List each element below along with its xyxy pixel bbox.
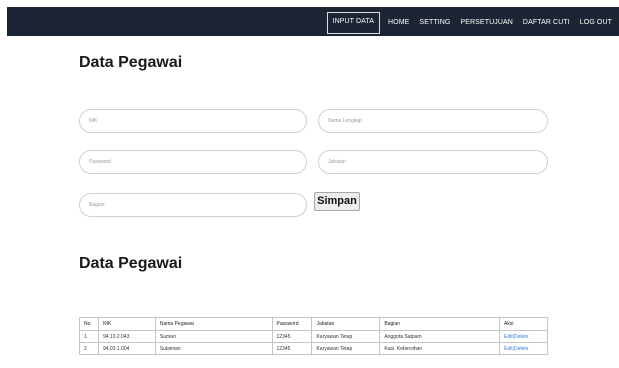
table-row: 2 94.03.1.004 Sulaiman 12345 Karyawan Te… — [79, 342, 548, 355]
pegawai-table: No NIK Nama Pegawai Password Jabatan Bag… — [79, 317, 548, 355]
cell-nik: 94.10.2.043 — [97, 330, 156, 343]
nama-lengkap-input[interactable] — [318, 109, 548, 133]
cell-nik: 94.03.1.004 — [97, 342, 156, 355]
header-aksi: Aksi — [499, 317, 548, 331]
nav-item-log-out[interactable]: LOG OUT — [575, 13, 617, 33]
nav-item-persetujuan[interactable]: PERSETUJUAN — [455, 13, 517, 33]
nav-item-setting[interactable]: SETTING — [414, 13, 455, 33]
table-row: 1 94.10.2.043 Sumari 12345 Karyawan Teta… — [79, 330, 548, 343]
delete-link[interactable]: Delete — [514, 346, 528, 352]
cell-aksi: Edit|Delete — [499, 342, 548, 355]
cell-password: 12345 — [271, 330, 313, 343]
cell-bagian: Kasi. Kebersihan — [379, 342, 501, 355]
cell-jabatan: Karyawan Tetap — [311, 342, 381, 355]
delete-link[interactable]: Delete — [514, 334, 528, 340]
table-header-row: No NIK Nama Pegawai Password Jabatan Bag… — [79, 317, 548, 331]
cell-no: 1 — [79, 330, 99, 343]
header-nik: NIK — [97, 317, 156, 331]
nav-item-daftar-cuti[interactable]: DAFTAR CUTI — [518, 13, 575, 33]
jabatan-input[interactable] — [318, 150, 548, 174]
table-title: Data Pegawai — [79, 255, 183, 272]
header-bagian: Bagian — [379, 317, 501, 331]
cell-nama: Sulaiman — [154, 342, 273, 355]
nav-item-input-data[interactable]: INPUT DATA — [326, 12, 381, 34]
header-jabatan: Jabatan — [311, 317, 381, 331]
cell-password: 12345 — [271, 342, 313, 355]
bagian-input[interactable] — [79, 193, 307, 217]
password-input[interactable] — [79, 150, 307, 174]
simpan-button[interactable]: Simpan — [314, 192, 360, 211]
top-navbar: INPUT DATA HOME SETTING PERSETUJUAN DAFT… — [7, 7, 619, 36]
form-title: Data Pegawai — [79, 54, 183, 71]
cell-bagian: Anggota Satpam — [379, 330, 501, 343]
cell-no: 2 — [79, 342, 99, 355]
cell-nama: Sumari — [154, 330, 273, 343]
cell-jabatan: Karyawan Tetap — [311, 330, 381, 343]
edit-link[interactable]: Edit — [504, 334, 513, 340]
nik-input[interactable] — [79, 109, 307, 133]
cell-aksi: Edit|Delete — [499, 330, 548, 343]
nav-item-home[interactable]: HOME — [383, 13, 414, 33]
header-no: No — [79, 317, 99, 331]
edit-link[interactable]: Edit — [504, 346, 513, 352]
header-password: Password — [271, 317, 313, 331]
nav-menu: INPUT DATA HOME SETTING PERSETUJUAN DAFT… — [326, 12, 617, 34]
header-nama-pegawai: Nama Pegawai — [154, 317, 273, 331]
